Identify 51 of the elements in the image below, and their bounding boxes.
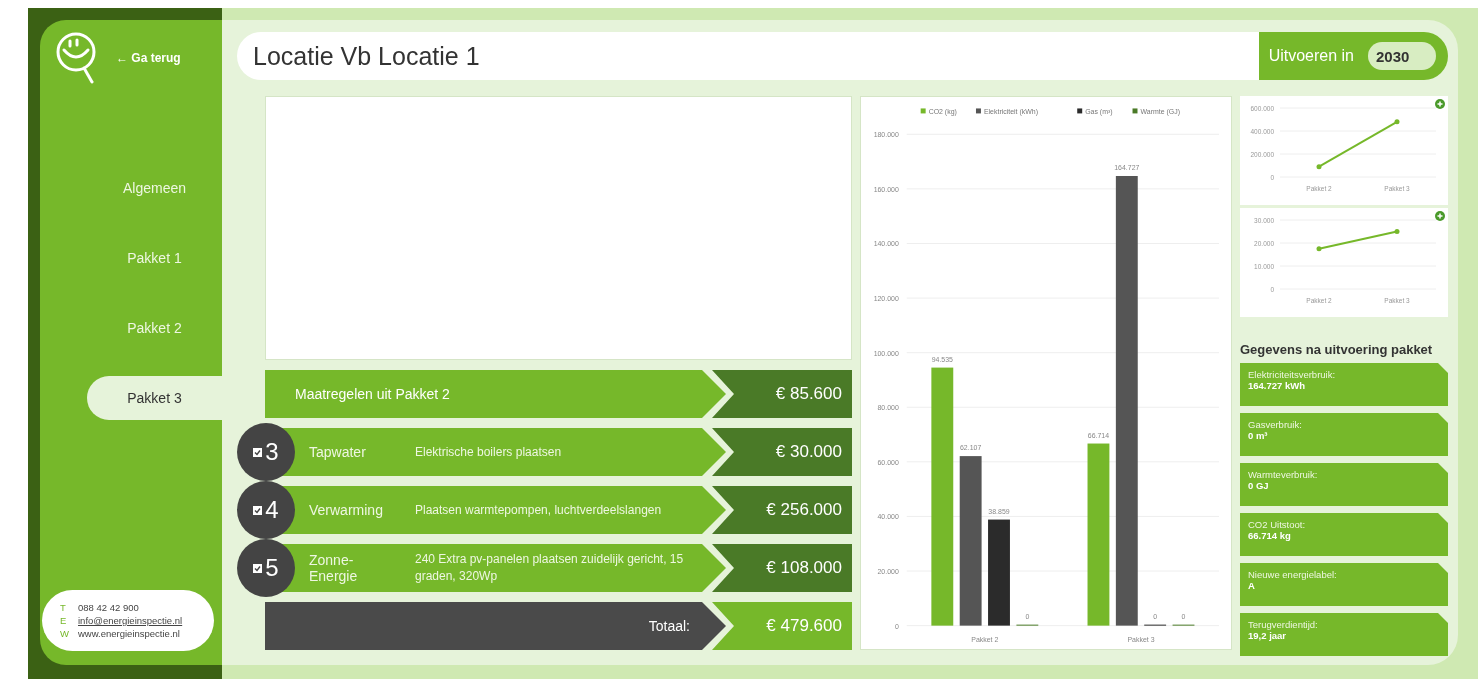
result-value: 0 m³	[1248, 430, 1269, 441]
measure-description: 240 Extra pv-panelen plaatsen zuidelijk gericht, 15 graden, 320Wp	[415, 551, 685, 585]
nav-item[interactable]: Algemeen	[87, 166, 222, 210]
amount: € 108.000	[712, 544, 852, 592]
measure-category: Tapwater	[309, 444, 367, 460]
back-link[interactable]: ← Ga terug	[116, 51, 181, 65]
measure-category: Zonne-Energie	[309, 552, 359, 584]
nav-item[interactable]: Pakket 2	[87, 306, 222, 350]
contact-value: www.energieinspectie.nl	[78, 628, 180, 639]
result-label: Gasverbruik:	[1248, 419, 1303, 430]
measure-description: Plaatsen warmtepompen, luchtverdeelslangen	[415, 501, 663, 519]
amount: € 85.600	[712, 370, 852, 418]
plus-icon[interactable]	[1435, 211, 1445, 221]
measure-category: Verwarming	[309, 502, 384, 518]
checkbox[interactable]	[253, 447, 263, 457]
measure-description: Elektrische boilers plaatsen	[415, 443, 563, 461]
contact-label: T	[60, 602, 67, 613]
result-label: CO2 Uitstoot:	[1248, 519, 1307, 530]
result-value: 19,2 jaar	[1248, 630, 1288, 641]
nav-item[interactable]: Pakket 3	[87, 376, 222, 420]
year-field[interactable]: 2030	[1368, 42, 1436, 70]
measure-label: Maatregelen uit Pakket 2	[295, 386, 450, 402]
contact-label: E	[60, 615, 68, 626]
amount: € 256.000	[712, 486, 852, 534]
email-link[interactable]: info@energieinspectie.nl	[78, 615, 183, 626]
measure-number: 4	[265, 496, 279, 524]
data-point	[1394, 119, 1400, 125]
result-value: A	[1248, 580, 1256, 591]
result-value: 0 GJ	[1248, 480, 1270, 491]
checkbox[interactable]	[253, 563, 263, 573]
amount: € 30.000	[712, 428, 852, 476]
measure-number: 5	[265, 554, 279, 582]
contact-value: 088 42 42 900	[78, 602, 139, 613]
total-label: Totaal:	[648, 618, 690, 634]
checkbox[interactable]	[253, 505, 263, 515]
result-value: 66.714 kg	[1248, 530, 1292, 541]
data-point	[1316, 164, 1322, 170]
result-label: Warmteverbruik:	[1248, 469, 1319, 480]
data-point	[1394, 229, 1400, 234]
plus-icon[interactable]	[1435, 99, 1445, 109]
result-label: Elektriciteitsverbruik:	[1248, 369, 1337, 380]
data-point	[1316, 246, 1322, 252]
total-amount: € 479.600	[712, 602, 852, 650]
result-value: 164.727 kWh	[1248, 380, 1307, 391]
contact-label: W	[60, 628, 68, 639]
measure-number: 3	[265, 438, 279, 466]
nav-item[interactable]: Pakket 1	[87, 236, 222, 280]
result-label: Terugverdientijd:	[1248, 619, 1319, 630]
results-title: Gegevens na uitvoering pakket	[1240, 342, 1434, 357]
result-label: Nieuwe energielabel:	[1248, 569, 1338, 580]
execute-label: Uitvoeren in	[1268, 47, 1354, 65]
